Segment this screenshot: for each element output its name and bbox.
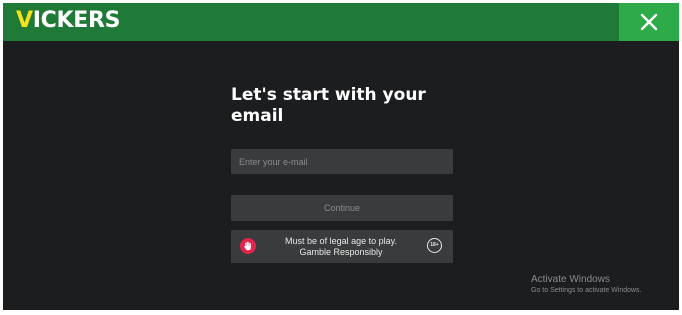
watermark-subtitle: Go to Settings to activate Windows. xyxy=(531,287,642,294)
close-button[interactable] xyxy=(619,3,679,41)
age-18-plus-icon: 18+ xyxy=(427,238,442,253)
stop-hand-icon xyxy=(240,238,256,254)
activate-windows-watermark: Activate Windows Go to Settings to activ… xyxy=(531,273,642,296)
logo-text: ICKERS xyxy=(32,8,121,33)
continue-button[interactable]: Continue xyxy=(231,195,453,221)
signup-modal: VICKERS Let's start with your email Cont… xyxy=(3,3,679,310)
notice-text: Must be of legal age to play. Gamble Res… xyxy=(263,236,419,258)
modal-header: VICKERS xyxy=(3,3,679,41)
responsible-gambling-notice: Must be of legal age to play. Gamble Res… xyxy=(231,230,453,263)
page-title: Let's start with your email xyxy=(231,85,426,126)
logo-letter-v: V xyxy=(16,8,33,33)
legal-age-text: Must be of legal age to play. xyxy=(285,236,397,246)
gamble-responsibly-text: Gamble Responsibly xyxy=(299,247,383,257)
email-field[interactable] xyxy=(231,149,453,174)
vickers-logo: VICKERS xyxy=(16,8,120,34)
watermark-title: Activate Windows xyxy=(531,274,610,285)
email-form: Let's start with your email Continue Mus… xyxy=(231,85,453,263)
close-icon xyxy=(640,13,658,31)
